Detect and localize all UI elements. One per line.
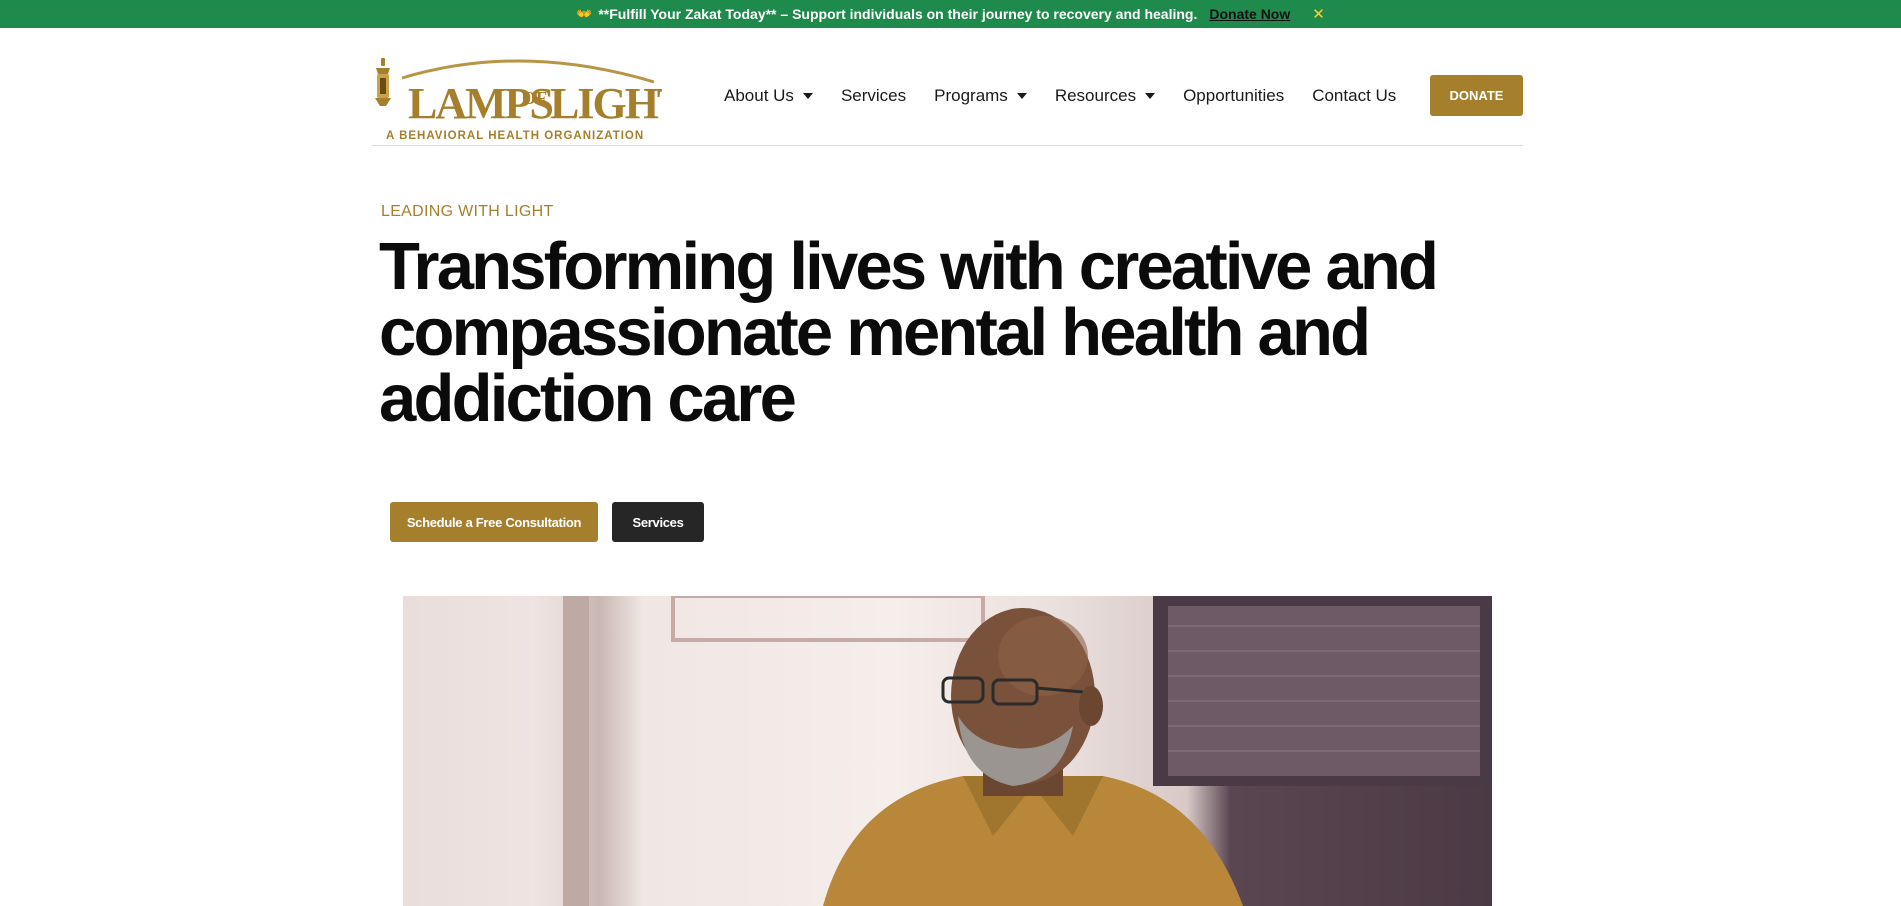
nav-item-services[interactable]: Services [841,86,906,106]
caret-down-icon [1145,93,1156,99]
nav-item-contact-us[interactable]: Contact Us [1312,86,1396,106]
announcement-text: **Fulfill Your Zakat Today** – Support i… [598,6,1198,22]
caret-down-icon [1016,93,1027,99]
nav-item-label: Services [840,86,907,105]
svg-text:LIGHT: LIGHT [550,79,662,128]
announcement-bar: 👐 **Fulfill Your Zakat Today** – Support… [0,0,1901,28]
hero-photo [403,596,1492,906]
praying-hands-icon: 👐 [576,6,593,21]
nav-item-label: Opportunities [1183,86,1285,105]
site-header: LAMPS OF LIGHT A BEHAVIORAL HEALTH ORGAN… [372,28,1523,146]
man-speaking-illustration [403,596,1492,906]
site-logo[interactable]: LAMPS OF LIGHT A BEHAVIORAL HEALTH ORGAN… [372,52,662,144]
nav-item-label: About Us [724,86,794,105]
announcement-donate-link[interactable]: Donate Now [1209,6,1290,22]
nav-item-programs[interactable]: Programs [934,86,1027,106]
caret-down-icon [802,93,813,99]
nav-item-resources[interactable]: Resources [1054,86,1156,106]
services-button[interactable]: Services [612,502,704,542]
main-nav: About Us Services Programs Resources Opp… [724,86,1424,106]
hero-headline: Transforming lives with creative and com… [379,229,1439,436]
nav-item-about-us[interactable]: About Us [724,86,813,106]
nav-item-label: Resources [1054,86,1137,105]
schedule-consultation-button[interactable]: Schedule a Free Consultation [390,502,598,542]
lamps-of-light-logo: LAMPS OF LIGHT A BEHAVIORAL HEALTH ORGAN… [375,58,662,142]
close-icon[interactable]: ✕ [1312,5,1325,23]
svg-text:A BEHAVIORAL HEALTH ORGANIZATI: A BEHAVIORAL HEALTH ORGANIZATION [386,130,644,142]
donate-button[interactable]: DONATE [1430,75,1523,116]
svg-text:OF: OF [522,88,547,108]
nav-item-opportunities[interactable]: Opportunities [1183,86,1284,106]
nav-item-label: Programs [934,86,1008,105]
hero-eyebrow: LEADING WITH LIGHT [381,203,554,220]
nav-item-label: Contact Us [1312,86,1397,105]
